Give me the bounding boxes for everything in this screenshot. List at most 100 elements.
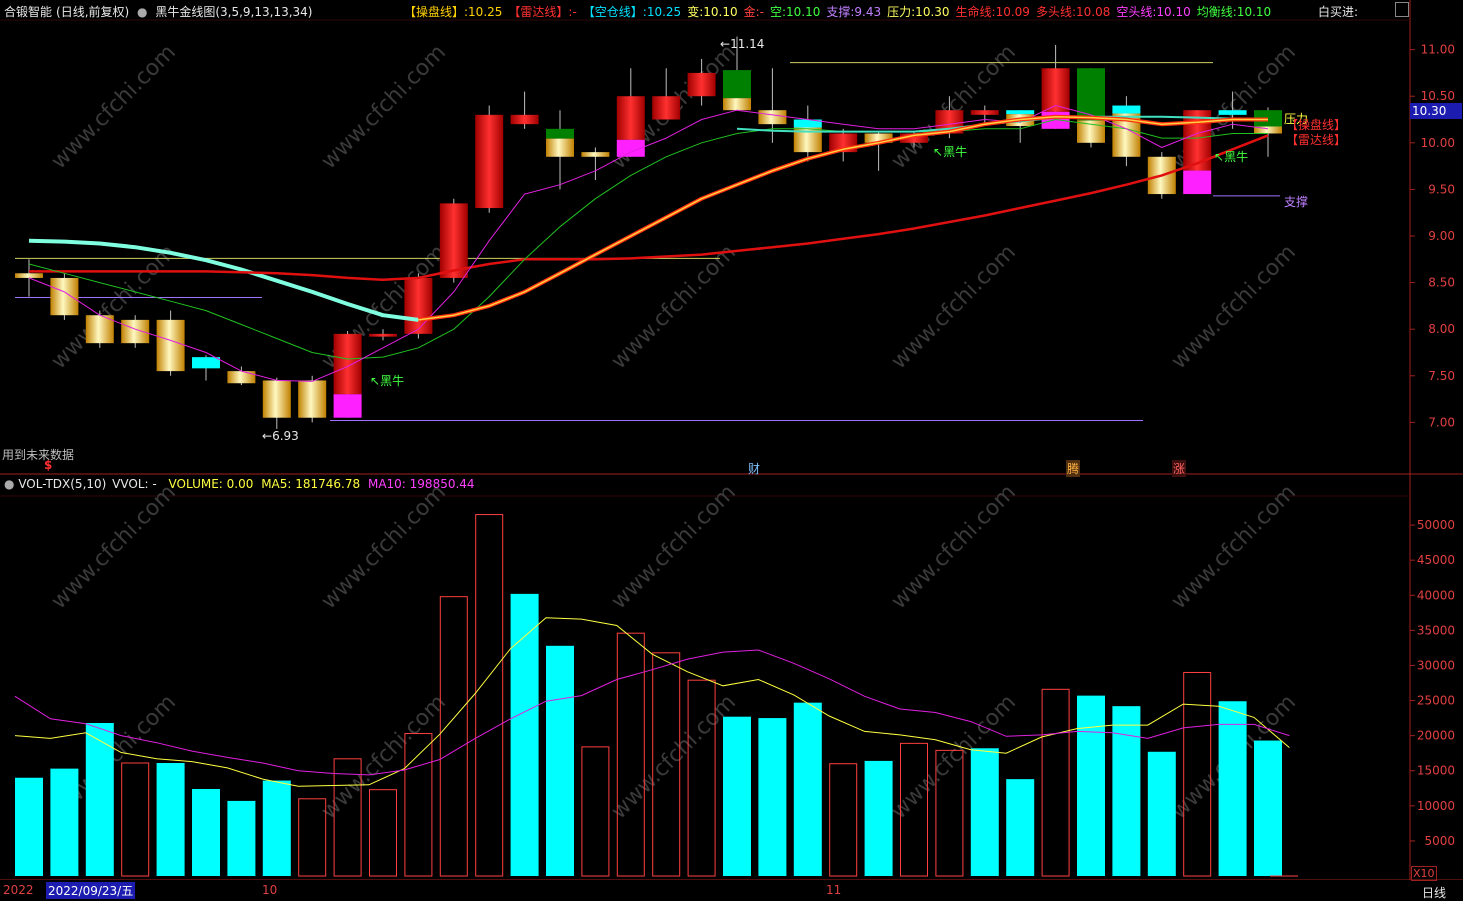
indicator-value-7: 压力:10.30 <box>887 5 950 19</box>
candle-10 <box>369 333 397 337</box>
volume-bar-31 <box>1112 706 1141 876</box>
watermark-12: www.cfchi.com <box>607 480 741 614</box>
high-price-label: ←11.14 <box>720 37 765 51</box>
month-oct-label: 10 <box>262 883 278 897</box>
volume-bar-0 <box>15 777 43 876</box>
volume-bar-6 <box>227 800 256 876</box>
watermark-1: www.cfchi.com <box>317 40 451 174</box>
volume-bar-24 <box>864 760 893 876</box>
period-button[interactable]: 日线 <box>1422 884 1446 901</box>
indicator-value-9: 多头线:10.08 <box>1035 5 1111 19</box>
signal-label-2: ↖黑牛 <box>933 145 968 159</box>
price-tick-label-1: 10.50 <box>1421 89 1455 103</box>
axes: 11.00 10.50 10.00 9.50 9.00 8.50 8.00 7.50 7.00 5… <box>1410 43 1455 848</box>
indicator-value-1: 【雷达线】:- <box>508 5 577 19</box>
volume-bar-28 <box>1006 779 1035 876</box>
price-plot[interactable] <box>15 36 1282 429</box>
month-nov-label: 11 <box>826 883 842 897</box>
volume-bar-29 <box>1041 688 1070 877</box>
vvol-value: VVOL: - <box>112 477 157 491</box>
event-marker-zhang[interactable]: 涨 <box>1172 460 1187 477</box>
volume-bar-7 <box>262 780 291 876</box>
volume-indicator-name[interactable]: VOL-TDX(5,10) <box>18 477 106 491</box>
watermark-13: www.cfchi.com <box>887 480 1021 614</box>
signal-label-1: ↖黑牛 <box>370 374 405 388</box>
watermark-0: www.cfchi.com <box>47 40 181 174</box>
indicator-values: 【操盘线】:10.25 【雷达线】:- 【空仓线】:10.25 变:10.10 金:- 空… <box>404 3 1277 20</box>
candle-9 <box>333 333 362 395</box>
candle-19 <box>687 72 716 97</box>
current-price-tag: 10.30 <box>1410 103 1462 119</box>
candle-33 <box>1183 110 1212 171</box>
event-marker-cai[interactable]: 财 <box>748 460 760 477</box>
volume-tick-label-4: 30000 <box>1417 658 1455 672</box>
indicator-value-11: 均衡线:10.10 <box>1196 5 1272 19</box>
volume-bar-20 <box>723 716 751 876</box>
watermark-7: www.cfchi.com <box>607 240 741 374</box>
indicator-value-2: 【空仓线】:10.25 <box>582 5 682 19</box>
volume-header: ● VOL-TDX(5,10) VVOL: - VOLUME: 0.00 MA5… <box>4 477 475 491</box>
support-label: 支撑 <box>1284 195 1309 209</box>
price-tick-label-5: 8.50 <box>1428 276 1455 290</box>
low-price-label: ←6.93 <box>262 429 299 443</box>
year-label: 2022 <box>3 883 34 897</box>
indicator-value-10: 空头线:10.10 <box>1116 5 1191 19</box>
volume-toggle-icon[interactable]: ● <box>4 477 14 491</box>
event-marker-teng[interactable]: 腾 <box>1066 460 1081 477</box>
watermark-9: www.cfchi.com <box>1167 240 1301 374</box>
ma-cyan-thick-line <box>28 238 419 322</box>
stock-name[interactable]: 合锻智能 <box>4 5 52 19</box>
watermark-16: www.cfchi.com <box>317 690 451 824</box>
candle-16 <box>581 152 610 157</box>
candle-top-15 <box>546 128 574 139</box>
watermark-11: www.cfchi.com <box>317 480 451 614</box>
chart-canvas[interactable]: www.cfchi.com www.cfchi.com www.cfchi.com w… <box>0 0 1463 901</box>
candle-base-33 <box>1183 170 1212 195</box>
indicator-toggle-icon[interactable]: ● <box>137 5 147 19</box>
buy-label: 白买进: <box>1318 5 1359 19</box>
expand-icon[interactable] <box>1395 2 1409 17</box>
watermark-14: www.cfchi.com <box>1167 480 1301 614</box>
volume-unit-label: X10 <box>1411 866 1437 881</box>
candle-14 <box>510 114 539 125</box>
indicator-name[interactable]: 黑牛金线图(3,5,9,13,13,34) <box>155 5 312 19</box>
volume-tick-label-6: 20000 <box>1417 729 1455 743</box>
indicator-value-5: 空:10.10 <box>769 5 821 19</box>
candle-11 <box>404 277 433 334</box>
candle-0 <box>15 273 43 278</box>
volume-bar-3 <box>121 762 150 877</box>
signal-label-3: ↖黑牛 <box>1214 150 1249 164</box>
candle-4 <box>156 319 185 372</box>
chart-header: 合锻智能 (日线,前复权) ● 黑牛金线图(3,5,9,13,13,34) <box>4 3 317 20</box>
watermark-10: www.cfchi.com <box>47 480 181 614</box>
volume-bar-27 <box>970 748 999 876</box>
candle-18 <box>652 96 681 120</box>
ma10-value: MA10: 198850.44 <box>367 477 475 491</box>
watermark-17: www.cfchi.com <box>607 690 741 824</box>
volume-bar-34 <box>1218 701 1247 876</box>
candle-1 <box>50 277 79 316</box>
event-marker-dollar[interactable]: $ <box>44 458 52 472</box>
volume-tick-label-3: 35000 <box>1417 623 1455 637</box>
leida-line-label: 【雷达线】 <box>1286 133 1347 147</box>
volume-bar-32 <box>1147 751 1176 876</box>
volume-tick-label-1: 45000 <box>1417 553 1455 567</box>
volume-bar-13 <box>475 514 504 877</box>
price-tick-label-7: 7.50 <box>1428 369 1455 383</box>
ma5-value: MA5: 181746.78 <box>261 477 361 491</box>
volume-tick-label-7: 15000 <box>1417 764 1455 778</box>
volume-bar-10 <box>369 789 397 877</box>
candle-top-31 <box>1112 105 1141 114</box>
candle-15 <box>546 138 574 157</box>
candle-13 <box>475 114 504 209</box>
volume-tick-label-9: 5000 <box>1424 834 1455 848</box>
price-tick-label-2: 10.00 <box>1421 136 1455 150</box>
price-tick-label-8: 7.00 <box>1428 415 1455 429</box>
volume-bar-16 <box>581 746 610 877</box>
volume-bar-12 <box>439 596 468 877</box>
volume-tick-label-2: 40000 <box>1417 588 1455 602</box>
volume-bar-23 <box>829 763 858 877</box>
time-axis <box>0 880 1463 901</box>
volume-value: VOLUME: 0.00 <box>168 477 254 491</box>
price-tick-label-3: 9.50 <box>1428 182 1455 196</box>
